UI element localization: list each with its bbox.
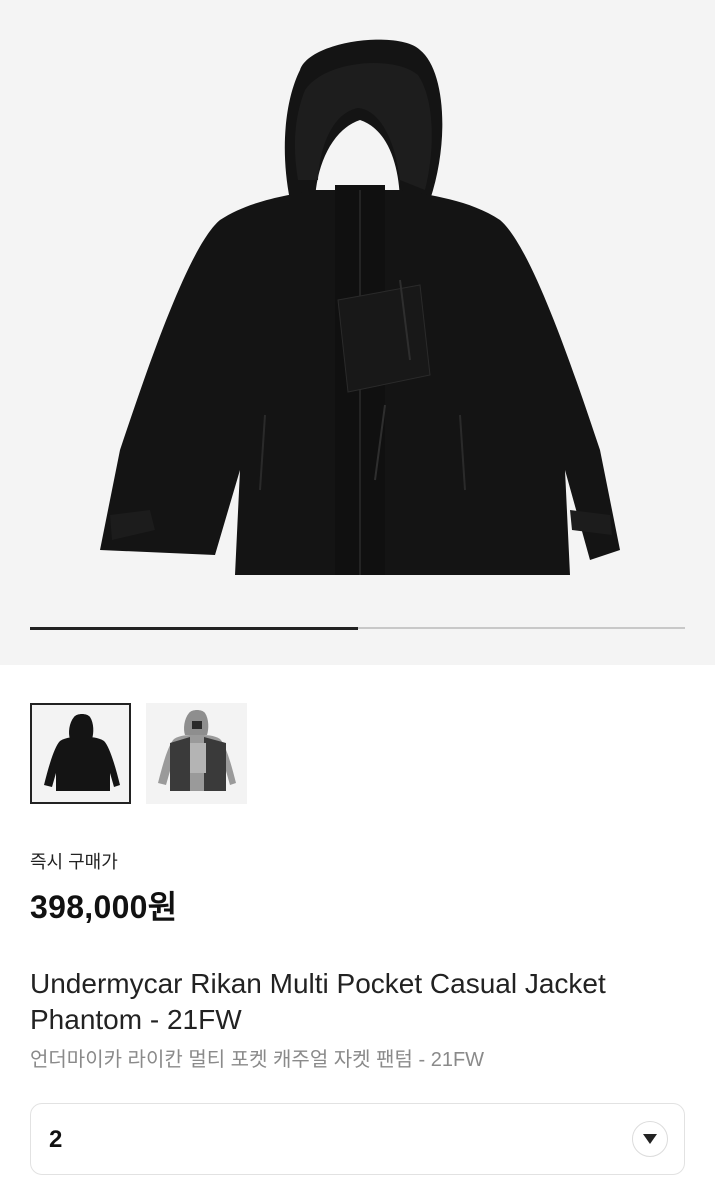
size-select[interactable]: 2 (30, 1103, 685, 1175)
gallery-progress-fill (30, 626, 358, 630)
thumbnail-black-jacket[interactable] (30, 703, 131, 804)
grey-jacket-thumbnail-image (146, 703, 247, 804)
product-image-gallery[interactable] (0, 0, 715, 665)
product-subtitle: 언더마이카 라이칸 멀티 포켓 캐주얼 자켓 팬텀 - 21FW (30, 1049, 485, 1071)
price-value: 398,000원 (30, 889, 178, 925)
chevron-down-icon[interactable] (632, 1121, 668, 1157)
thumbnail-grey-jacket[interactable] (146, 703, 247, 804)
price-label: 즉시 구매가 (30, 852, 118, 872)
black-jacket-thumbnail-image (32, 705, 129, 802)
size-select-value: 2 (49, 1126, 63, 1153)
gallery-progress-bar (30, 626, 685, 630)
product-title: Undermycar Rikan Multi Pocket Casual Jac… (30, 968, 606, 1035)
black-jacket-image (100, 39, 620, 575)
